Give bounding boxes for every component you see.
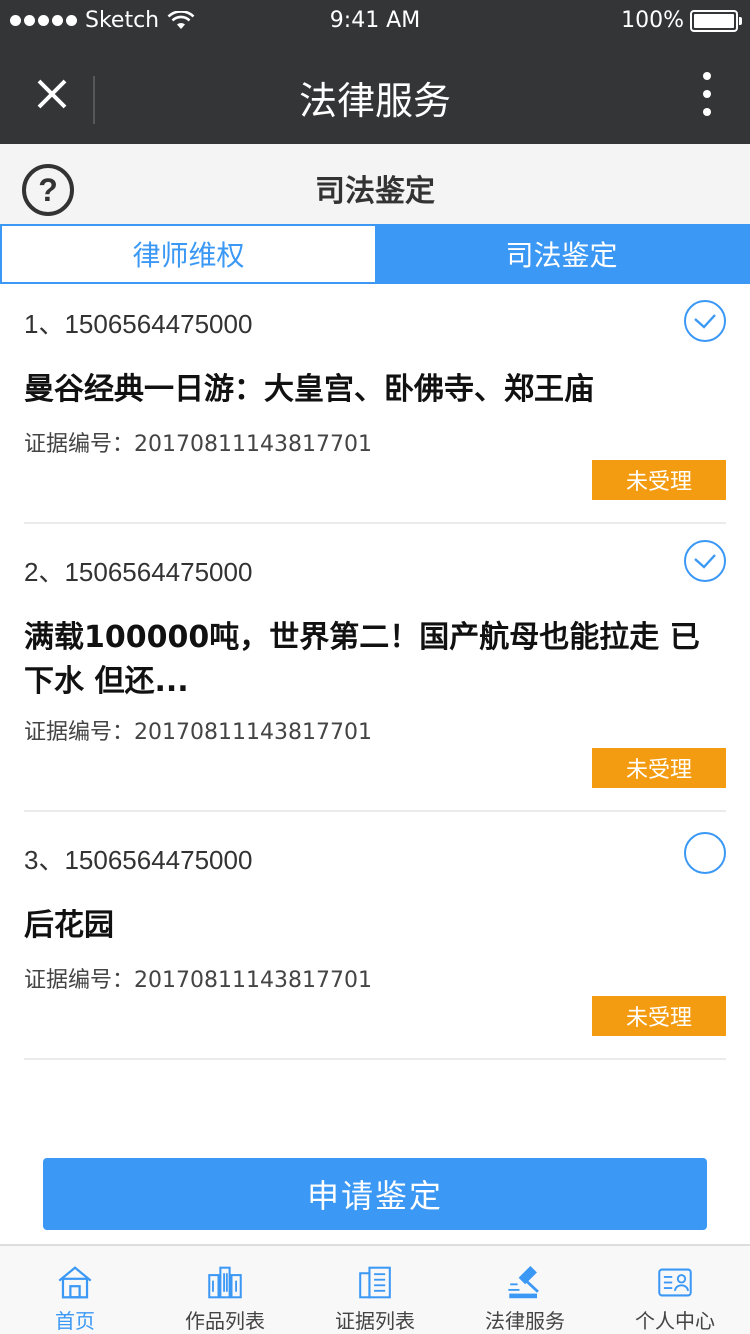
tab-bar-label: 首页 [55,1309,95,1333]
item-evidence-number: 证据编号：20170811143817701 [24,720,372,745]
status-bar: Sketch 9:41 AM 100% [0,0,750,44]
item-evidence-number: 证据编号：20170811143817701 [24,968,372,993]
id-card-icon [658,1268,692,1297]
checkbox-checked[interactable] [684,540,726,582]
more-vertical-icon [703,72,711,80]
check-icon [694,554,716,569]
item-id: 1、1506564475000 [24,309,253,339]
bottom-tab-bar: 首页 作品列表 证据列表 法律服务 个人中心 [0,1244,750,1334]
buildings-icon [208,1266,242,1299]
tab-bar-profile[interactable]: 个人中心 [600,1246,750,1334]
tab-bar-label: 个人中心 [635,1309,715,1333]
tab-bar-legal[interactable]: 法律服务 [450,1246,600,1334]
tab-bar-label: 法律服务 [485,1309,565,1333]
battery-percentage: 100% [621,8,684,33]
tab-bar-label: 证据列表 [335,1309,415,1333]
tab-label: 律师维权 [132,239,245,272]
status-right: 100% [621,8,742,33]
tab-judicial-appraisal[interactable]: 司法鉴定 [375,226,748,282]
status-badge: 未受理 [592,748,726,788]
segmented-tabs: 律师维权 司法鉴定 [0,224,750,284]
status-badge: 未受理 [592,460,726,500]
page-title: 司法鉴定 [315,174,435,209]
tab-bar-evidence[interactable]: 证据列表 [300,1246,450,1334]
item-title: 满载100000吨，世界第二！国产航母也能拉走 已下水 但还... [24,620,700,699]
status-badge: 未受理 [592,996,726,1036]
tab-bar-home[interactable]: 首页 [0,1246,150,1334]
page-header: ? 司法鉴定 [0,144,750,224]
nav-title: 法律服务 [298,79,451,123]
item-evidence-number: 证据编号：20170811143817701 [24,432,372,457]
building-list-icon [359,1266,391,1299]
nav-bar: 法律服务 [0,44,750,144]
list-item[interactable]: 3、1506564475000 后花园 证据编号：201708111438177… [24,812,726,1060]
list-item[interactable]: 2、1506564475000 满载100000吨，世界第二！国产航母也能拉走 … [24,524,726,812]
case-list: 1、1506564475000 曼谷经典一日游：大皇宫、卧佛寺、郑王庙 证据编号… [24,284,726,1060]
more-button[interactable] [692,72,722,116]
apply-appraisal-button[interactable]: 申请鉴定 [43,1158,707,1230]
item-title: 曼谷经典一日游：大皇宫、卧佛寺、郑王庙 [24,372,594,407]
checkbox-unchecked[interactable] [684,832,726,874]
list-item[interactable]: 1、1506564475000 曼谷经典一日游：大皇宫、卧佛寺、郑王庙 证据编号… [24,284,726,524]
item-id: 3、1506564475000 [24,845,253,875]
battery-icon [690,9,742,32]
item-title: 后花园 [24,908,114,943]
tab-bar-label: 作品列表 [185,1309,265,1333]
gavel-icon [508,1265,539,1299]
checkbox-checked[interactable] [684,300,726,342]
tab-lawyer-rights[interactable]: 律师维权 [2,226,375,282]
tab-label: 司法鉴定 [505,239,618,272]
home-icon [58,1266,92,1299]
item-id: 2、1506564475000 [24,557,253,587]
check-icon [694,314,716,329]
tab-bar-works[interactable]: 作品列表 [150,1246,300,1334]
